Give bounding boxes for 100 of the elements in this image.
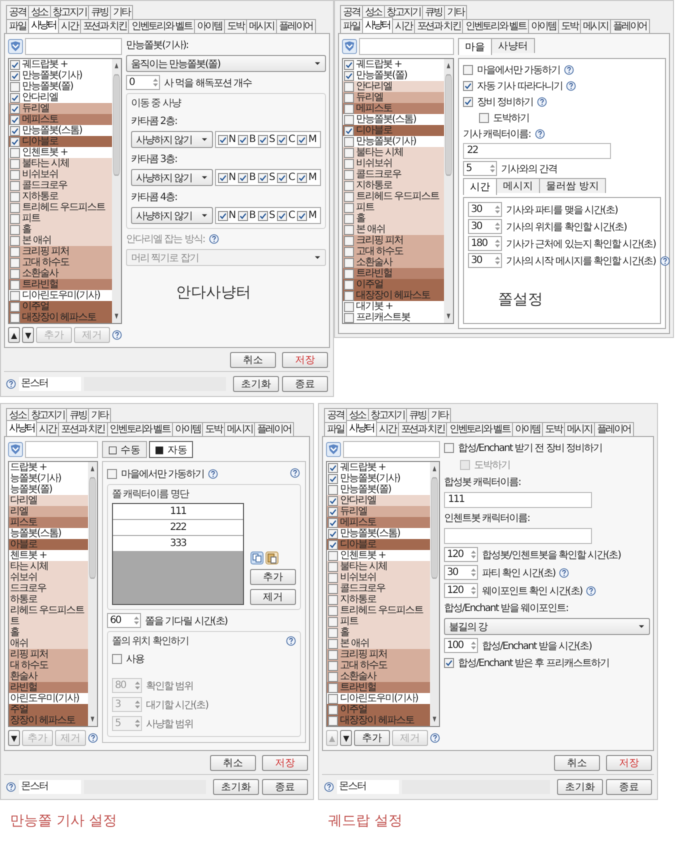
tab[interactable]: 기타 [110,5,133,19]
list-row[interactable]: 장장이 헤파스토 [9,715,88,726]
list-row[interactable]: 듀리엘 [9,103,112,114]
tab[interactable]: 아이템 [194,19,226,33]
tab[interactable]: 인벤토리와 벨트 [128,19,195,33]
tab[interactable]: 시간 [36,422,60,436]
search-field[interactable] [359,38,454,55]
list-row[interactable]: 홀 [327,627,430,638]
tab[interactable]: 인벤토리와 벨트 [106,422,173,436]
checkbox[interactable] [297,210,308,220]
list-row[interactable]: 소환술사 [9,268,112,279]
help-icon[interactable] [6,782,16,792]
save-button[interactable]: 저장 [282,352,328,368]
checkbox[interactable] [277,134,288,144]
list-row[interactable]: 222 [113,520,243,536]
input-field[interactable]: 몬스터 [337,780,399,794]
checkbox[interactable] [10,214,20,224]
checkbox[interactable] [344,312,354,322]
list-row[interactable]: 본 애쉬 [327,638,430,649]
checkbox[interactable] [328,474,338,484]
list-row[interactable]: 타는 시체 [9,561,88,572]
checkbox[interactable] [328,628,338,638]
footer-button[interactable]: 종료 [282,376,328,392]
tab[interactable]: 시간 [376,422,399,436]
checkbox[interactable] [328,506,338,516]
tab[interactable]: 창고지기 [28,408,68,422]
tab[interactable]: 메시지 [246,19,278,33]
list-row[interactable]: 고대 하수도 [327,660,430,671]
list-row[interactable]: 대장장이 헤파스토 [343,290,444,301]
checkbox[interactable] [10,180,20,190]
spin-field[interactable]: 60 [107,613,141,628]
help-icon[interactable] [88,733,98,743]
tab[interactable]: 시간 [392,19,415,33]
scrollbar[interactable] [88,462,97,726]
help-icon[interactable] [559,568,570,578]
spinner-arrows-icon[interactable] [494,255,501,266]
dropdown[interactable]: 사냥하지 않기 [131,169,213,186]
help-icon[interactable] [586,586,596,596]
tab[interactable]: 메시지 [564,422,596,436]
checkbox[interactable] [344,290,354,300]
tab[interactable]: 포션과 치킨 [58,422,108,436]
list-row[interactable]: 고대 하수도 [9,257,112,268]
caret-icon[interactable] [200,213,208,218]
tab[interactable]: 기타 [88,408,112,422]
scrollbar[interactable] [430,462,439,726]
scrollbar[interactable] [444,59,453,323]
list-row[interactable]: 드크로우 [9,583,88,594]
list-row[interactable]: 이주얼 [9,301,112,312]
checkbox[interactable] [344,60,354,70]
save-button[interactable]: 저장 [262,755,308,771]
tab[interactable]: 플레이어 [254,422,294,436]
caret-icon[interactable] [200,137,208,142]
list-row[interactable]: 비쉬보쉬 [9,169,112,180]
checkbox[interactable] [297,134,308,144]
help-icon[interactable] [208,469,218,479]
list-button[interactable]: 추가 [354,730,390,746]
list-row[interactable]: 본 애쉬 [9,235,112,246]
list-row[interactable]: 트라빈헐 [9,279,112,290]
list-row[interactable]: 대장장이 헤파스토 [9,312,112,323]
list-row[interactable]: 트라빈헐 [327,682,430,693]
save-button[interactable]: 저장 [606,755,652,771]
checkbox[interactable] [328,682,338,692]
spinner-arrows-icon[interactable] [470,640,477,651]
checkbox[interactable] [107,469,117,479]
checkbox[interactable] [328,572,338,582]
spin-field[interactable]: 180 [468,236,502,251]
checkbox[interactable] [10,302,20,312]
spin-field[interactable]: 120 [444,583,478,598]
footer-button[interactable]: 초기화 [213,779,259,795]
list-row[interactable]: 지하통로 [9,191,112,202]
checkbox[interactable] [328,550,338,560]
list-row[interactable]: 소환술사 [343,257,444,268]
tab[interactable]: 아이템 [528,19,560,33]
list-row[interactable]: 하통로 [9,594,88,605]
checkbox[interactable] [10,246,20,256]
checkbox[interactable] [344,236,354,246]
tab[interactable]: 큐빙 [422,5,446,19]
dropdown[interactable]: 불길의 강 [444,618,650,635]
checkbox[interactable] [10,60,20,70]
spinner-arrows-icon[interactable] [470,549,477,560]
list-row[interactable]: 홀 [9,627,88,638]
dropdown[interactable]: 사냥하지 않기 [131,131,213,148]
tab[interactable]: 도박 [542,422,565,436]
checkbox[interactable] [344,224,354,234]
input-field[interactable]: 22 [463,143,611,159]
checkbox[interactable] [10,82,20,92]
checkbox[interactable] [218,210,228,220]
list-row[interactable]: 트리헤드 우드피스트 [327,605,430,616]
list-row[interactable]: 대장장이 헤파스토 [327,715,430,726]
tab[interactable]: 사냥터 [491,38,535,53]
checkbox[interactable] [328,716,338,726]
input-field[interactable]: 111 [444,492,592,508]
checkbox[interactable] [10,312,20,322]
checkbox[interactable] [10,170,20,180]
list-row[interactable]: 크리핑 피처 [9,246,112,257]
tab[interactable]: 아이템 [512,422,544,436]
checkbox[interactable] [328,616,338,626]
shield-icon[interactable] [326,442,341,457]
checkbox[interactable] [328,562,338,572]
spinner-arrows-icon[interactable] [152,77,159,88]
